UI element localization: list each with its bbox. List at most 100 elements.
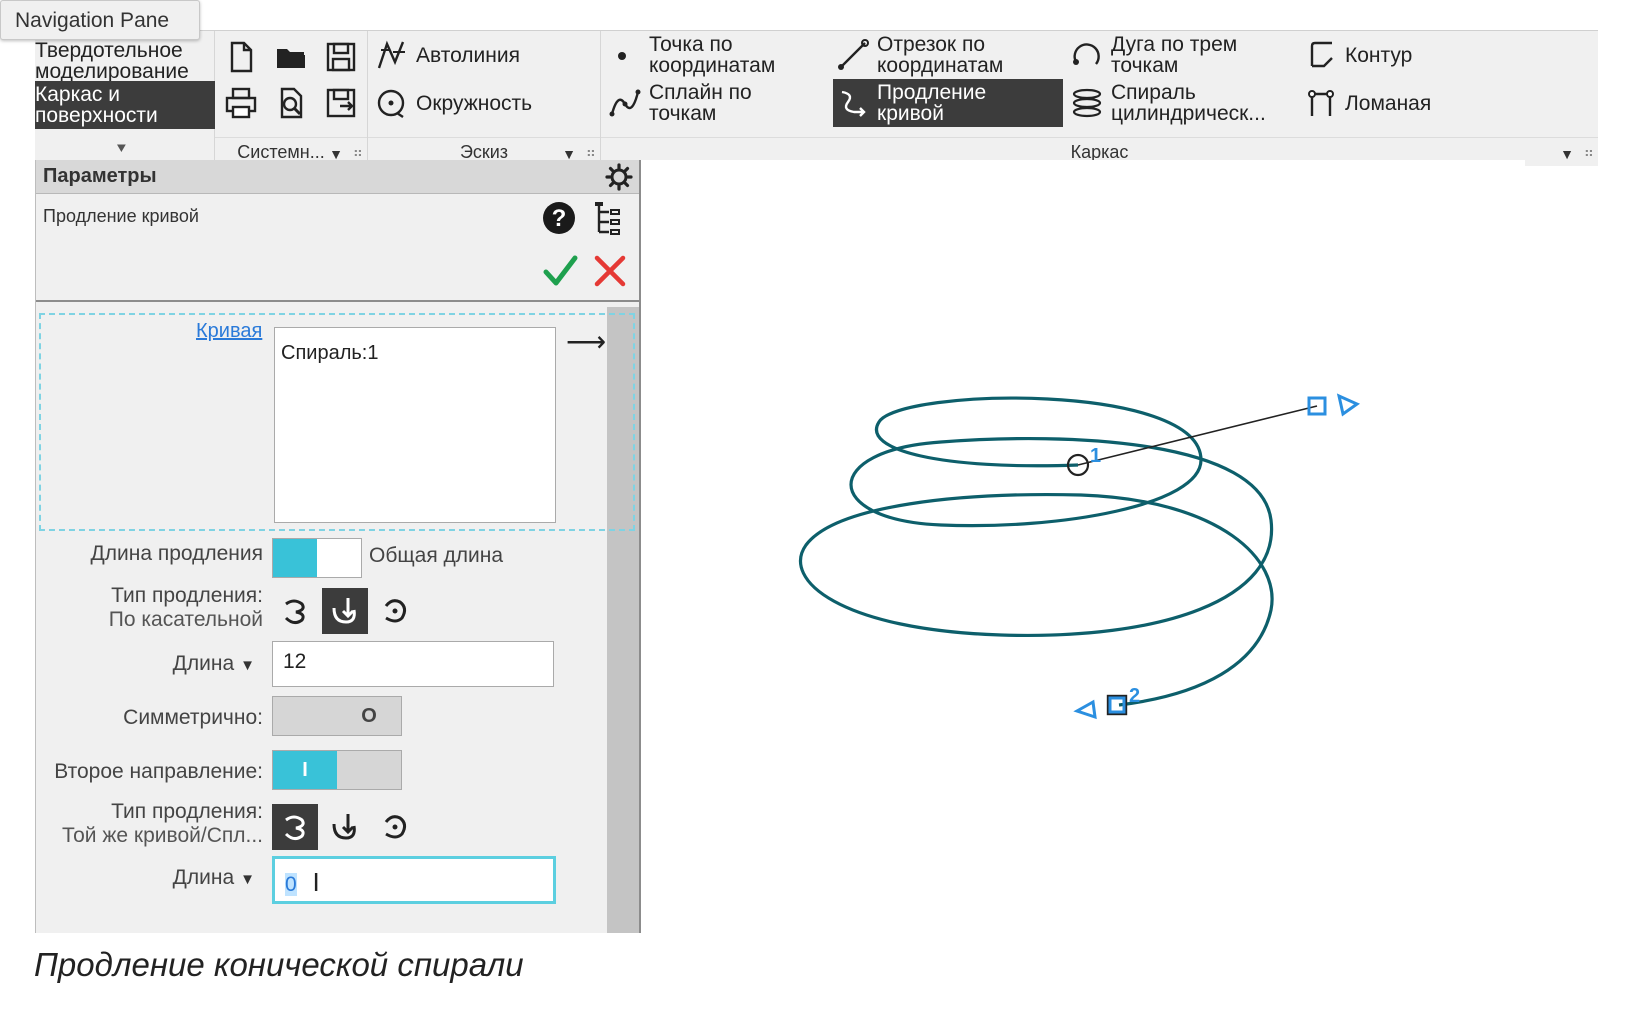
cmd-contour[interactable]: Контур bbox=[1301, 31, 1481, 79]
spiral-icon bbox=[1067, 83, 1107, 123]
length1-label[interactable]: Длина ▼ bbox=[173, 652, 255, 676]
cmd-polyline-label: Ломаная bbox=[1345, 91, 1432, 115]
symmetric-seg-state: O bbox=[337, 697, 401, 735]
curve-list[interactable]: Спираль:1 bbox=[274, 327, 556, 523]
caret-down-icon: ▼ bbox=[240, 871, 255, 888]
length2-label-text: Длина bbox=[172, 866, 235, 889]
ribbon-sketch-group: Автолиния Окружность Эскиз ▼ ⠶ bbox=[368, 31, 601, 167]
length2-input-value: 0 bbox=[285, 873, 297, 896]
arc-icon bbox=[1067, 35, 1107, 75]
cmd-spline-points[interactable]: Сплайн по точкам bbox=[605, 79, 825, 127]
point-icon bbox=[605, 35, 645, 75]
grip-icon[interactable]: ⠶ bbox=[1584, 144, 1594, 161]
curve-list-item[interactable]: Спираль:1 bbox=[281, 342, 378, 364]
parameters-title: Параметры bbox=[43, 165, 157, 187]
second-direction-seg-right bbox=[337, 751, 401, 789]
tree-icon[interactable] bbox=[591, 200, 625, 236]
spiral-drawing[interactable]: 1 2 bbox=[641, 160, 1525, 933]
cmd-circle-label: Окружность bbox=[416, 91, 533, 115]
cmd-arc-3points-label: Дуга по трем точкам bbox=[1111, 33, 1238, 77]
conical-spiral-curve[interactable] bbox=[799, 396, 1274, 707]
second-direction-toggle[interactable]: I bbox=[272, 750, 402, 790]
second-direction-label: Второе направление: bbox=[54, 760, 263, 783]
autoline-icon bbox=[372, 35, 412, 75]
expand-chevron-icon[interactable]: ⯆ bbox=[115, 141, 128, 159]
circle-icon bbox=[372, 83, 412, 123]
ext-type-tangent-icon[interactable] bbox=[322, 588, 368, 634]
ext-type-arc-icon[interactable] bbox=[372, 588, 418, 634]
new-document-icon[interactable] bbox=[219, 35, 263, 79]
length1-label-text: Длина bbox=[172, 652, 235, 675]
caret-down-icon: ▼ bbox=[240, 657, 255, 674]
ext-type2-same-curve-icon[interactable] bbox=[272, 804, 318, 850]
length-mode-label: Длина продления bbox=[90, 542, 263, 565]
navigation-pane-tab[interactable]: Navigation Pane bbox=[0, 0, 200, 40]
save-icon[interactable] bbox=[319, 35, 363, 79]
cmd-arc-3points[interactable]: Дуга по трем точкам bbox=[1067, 31, 1297, 79]
ext-type2-tangent-icon[interactable] bbox=[322, 804, 368, 850]
length-mode-seg-off bbox=[317, 539, 361, 577]
cmd-circle[interactable]: Окружность bbox=[372, 79, 532, 127]
command-title: Продление кривой bbox=[43, 206, 199, 226]
parameters-header: Параметры bbox=[36, 160, 639, 194]
cmd-segment-coords[interactable]: Отрезок по координатам bbox=[833, 31, 1063, 79]
print-icon[interactable] bbox=[219, 81, 263, 125]
length-mode-toggle[interactable] bbox=[272, 538, 362, 578]
ext-type1-value: По касательной bbox=[108, 608, 263, 631]
help-icon[interactable]: ? bbox=[541, 200, 577, 236]
ext-type2-label: Тип продления: Той же кривой/Спл... bbox=[62, 800, 263, 848]
mode-wireframe-surfaces[interactable]: Каркас и поверхности bbox=[35, 81, 215, 129]
text-cursor-icon: I bbox=[312, 867, 320, 897]
command-title-area: Продление кривой ? bbox=[36, 194, 639, 302]
mode-solid-modeling[interactable]: Твердотельное моделирование bbox=[35, 37, 215, 85]
ext-type-same-curve-icon[interactable] bbox=[272, 588, 318, 634]
second-direction-seg-state: I bbox=[273, 751, 337, 789]
cmd-point-coords-label: Точка по координатам bbox=[649, 33, 776, 77]
open-folder-icon[interactable] bbox=[269, 35, 313, 79]
curve-selection-box: Кривая Спираль:1 ⟶ bbox=[39, 313, 635, 531]
point2-label: 2 bbox=[1129, 685, 1140, 707]
svg-text:?: ? bbox=[552, 205, 567, 232]
arrow-right-icon[interactable]: ⟶ bbox=[566, 325, 606, 358]
spline-icon bbox=[605, 83, 645, 123]
symmetric-seg-left bbox=[273, 697, 337, 735]
symmetric-toggle[interactable]: O bbox=[272, 696, 402, 736]
parameters-panel: Параметры Продление кривой ? Кривая Спир… bbox=[35, 160, 641, 933]
curve-link[interactable]: Кривая bbox=[196, 320, 262, 343]
length-mode-seg-on bbox=[273, 539, 317, 577]
length2-label[interactable]: Длина ▼ bbox=[173, 866, 255, 890]
save-as-icon[interactable] bbox=[319, 81, 363, 125]
grip-icon[interactable]: ⠶ bbox=[586, 144, 596, 161]
model-viewport[interactable]: 1 2 bbox=[641, 160, 1525, 933]
ok-check-icon[interactable] bbox=[541, 252, 579, 290]
cmd-point-coords[interactable]: Точка по координатам bbox=[605, 31, 825, 79]
cmd-autoline[interactable]: Автолиния bbox=[372, 31, 520, 79]
ribbon-modes-group: Твердотельное моделирование Каркас и пов… bbox=[35, 31, 215, 167]
point1-label: 1 bbox=[1090, 445, 1101, 467]
segment-icon bbox=[833, 35, 873, 75]
extension-handle-1[interactable] bbox=[1307, 393, 1361, 417]
ext-type2-label-text: Тип продления: bbox=[111, 800, 263, 823]
length1-input[interactable]: 12 bbox=[272, 641, 554, 687]
cmd-extend-curve-label: Продление кривой bbox=[877, 81, 987, 125]
dropdown-icon[interactable]: ▼ bbox=[1560, 146, 1574, 162]
cmd-extend-curve[interactable]: Продление кривой bbox=[833, 79, 1063, 127]
length2-input[interactable]: 0 I bbox=[272, 856, 556, 904]
cancel-close-icon[interactable] bbox=[591, 252, 629, 290]
ribbon: Твердотельное моделирование Каркас и пов… bbox=[35, 30, 1598, 167]
ext-type1-label: Тип продления: По касательной bbox=[109, 584, 263, 632]
preview-icon[interactable] bbox=[269, 81, 313, 125]
symmetric-label: Симметрично: bbox=[123, 706, 263, 729]
ext-type1-label-text: Тип продления: bbox=[111, 584, 263, 607]
grip-icon[interactable]: ⠶ bbox=[353, 144, 363, 161]
cmd-autoline-label: Автолиния bbox=[416, 43, 520, 67]
ext-type2-arc-icon[interactable] bbox=[372, 804, 418, 850]
cmd-polyline[interactable]: Ломаная bbox=[1301, 79, 1481, 127]
ribbon-system-group: Системн... ▼ ⠶ bbox=[215, 31, 368, 167]
ribbon-frame-group: Точка по координатам Отрезок по координа… bbox=[601, 31, 1598, 167]
cmd-segment-coords-label: Отрезок по координатам bbox=[877, 33, 1004, 77]
ext-type2-value: Той же кривой/Спл... bbox=[61, 824, 263, 847]
cmd-cylindrical-spiral[interactable]: Спираль цилиндрическ... bbox=[1067, 79, 1297, 127]
contour-icon bbox=[1301, 35, 1341, 75]
gear-icon[interactable] bbox=[605, 163, 633, 191]
